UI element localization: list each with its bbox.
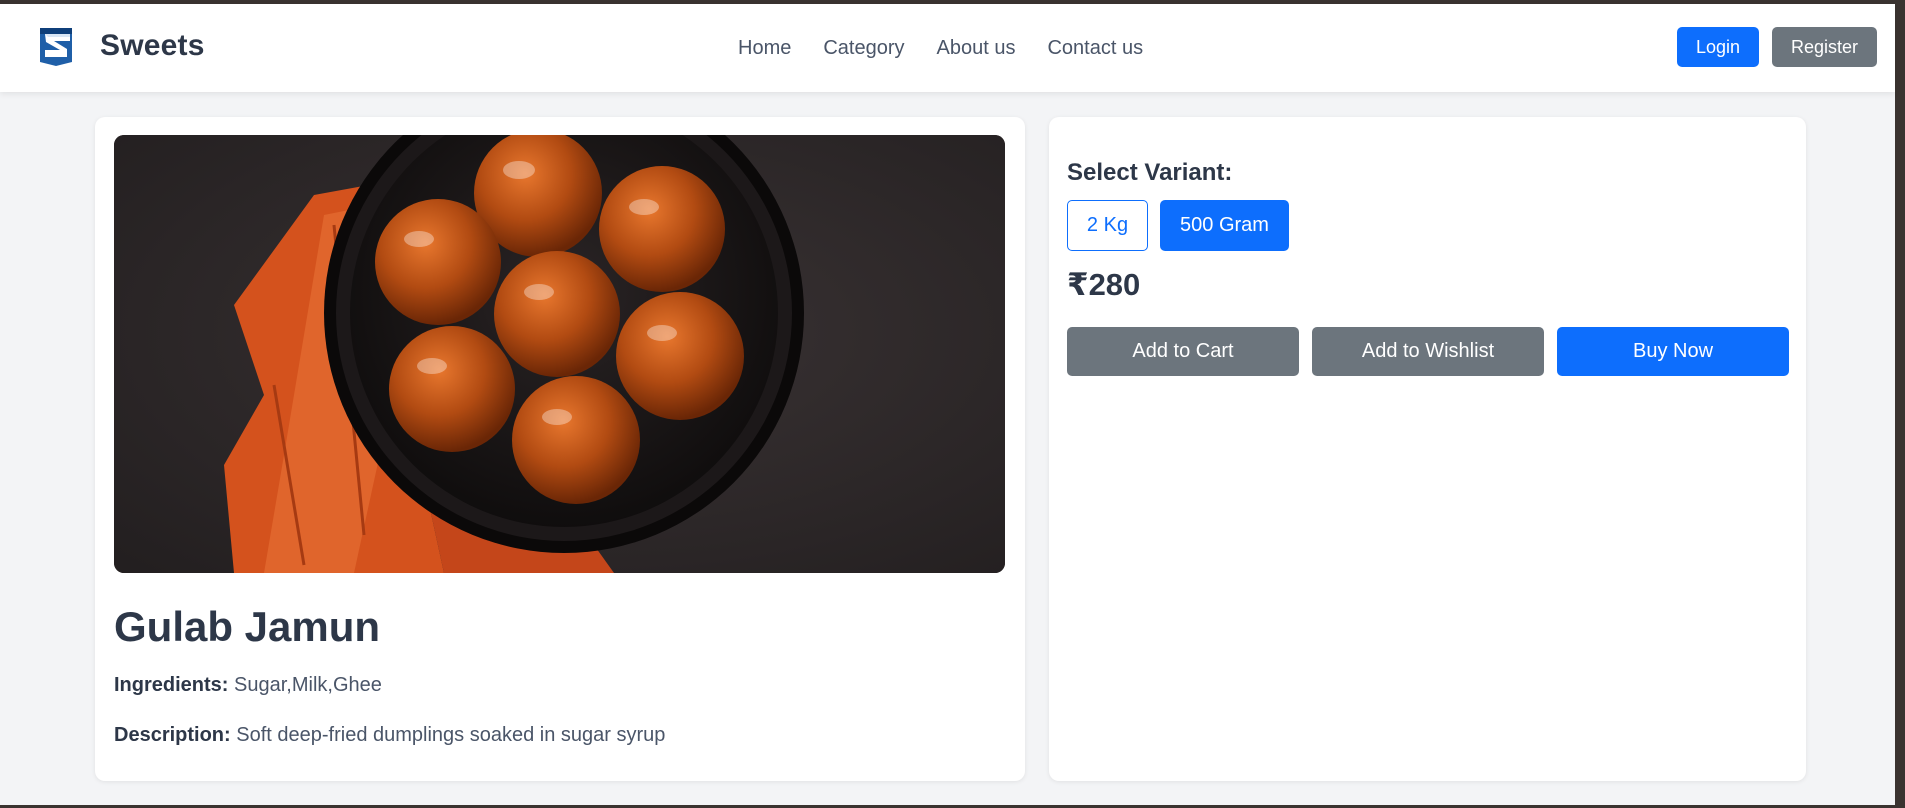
variant-heading: Select Variant: <box>1067 159 1233 186</box>
s-shield-logo-icon <box>40 28 72 66</box>
nav-link-about-us[interactable]: About us <box>937 37 1016 60</box>
window-right-border <box>1895 0 1905 808</box>
brand[interactable]: Sweets <box>36 24 205 68</box>
product-price: ₹280 <box>1067 267 1141 302</box>
purchase-actions: Add to Cart Add to Wishlist Buy Now <box>1067 327 1789 376</box>
description-value: Soft deep-fried dumplings soaked in suga… <box>236 724 666 746</box>
login-button[interactable]: Login <box>1677 27 1759 67</box>
variant-option-2kg[interactable]: 2 Kg <box>1067 200 1148 251</box>
nav-links: Home Category About us Contact us <box>738 37 1143 60</box>
add-to-wishlist-button[interactable]: Add to Wishlist <box>1312 327 1544 376</box>
variant-options: 2 Kg 500 Gram <box>1067 200 1289 251</box>
add-to-cart-button[interactable]: Add to Cart <box>1067 327 1299 376</box>
variant-option-500-gram[interactable]: 500 Gram <box>1160 200 1289 251</box>
ingredients-label: Ingredients: <box>114 674 229 696</box>
ingredients-line: Ingredients: Sugar,Milk,Ghee <box>114 674 382 697</box>
brand-name: Sweets <box>100 29 205 62</box>
product-title: Gulab Jamun <box>114 603 381 650</box>
nav-link-category[interactable]: Category <box>823 37 904 60</box>
register-button[interactable]: Register <box>1772 27 1877 67</box>
purchase-card: Select Variant: 2 Kg 500 Gram ₹280 Add t… <box>1049 117 1806 781</box>
description-label: Description: <box>114 724 231 746</box>
description-line: Description: Soft deep-fried dumplings s… <box>114 724 665 747</box>
auth-buttons: Login Register <box>1677 27 1877 67</box>
buy-now-button[interactable]: Buy Now <box>1557 327 1789 376</box>
product-image <box>114 135 1005 573</box>
nav-link-contact-us[interactable]: Contact us <box>1047 37 1143 60</box>
product-details-card: Gulab Jamun Ingredients: Sugar,Milk,Ghee… <box>95 117 1025 781</box>
nav-link-home[interactable]: Home <box>738 37 791 60</box>
ingredients-value: Sugar,Milk,Ghee <box>234 674 382 696</box>
navbar: Sweets Home Category About us Contact us… <box>0 4 1895 92</box>
